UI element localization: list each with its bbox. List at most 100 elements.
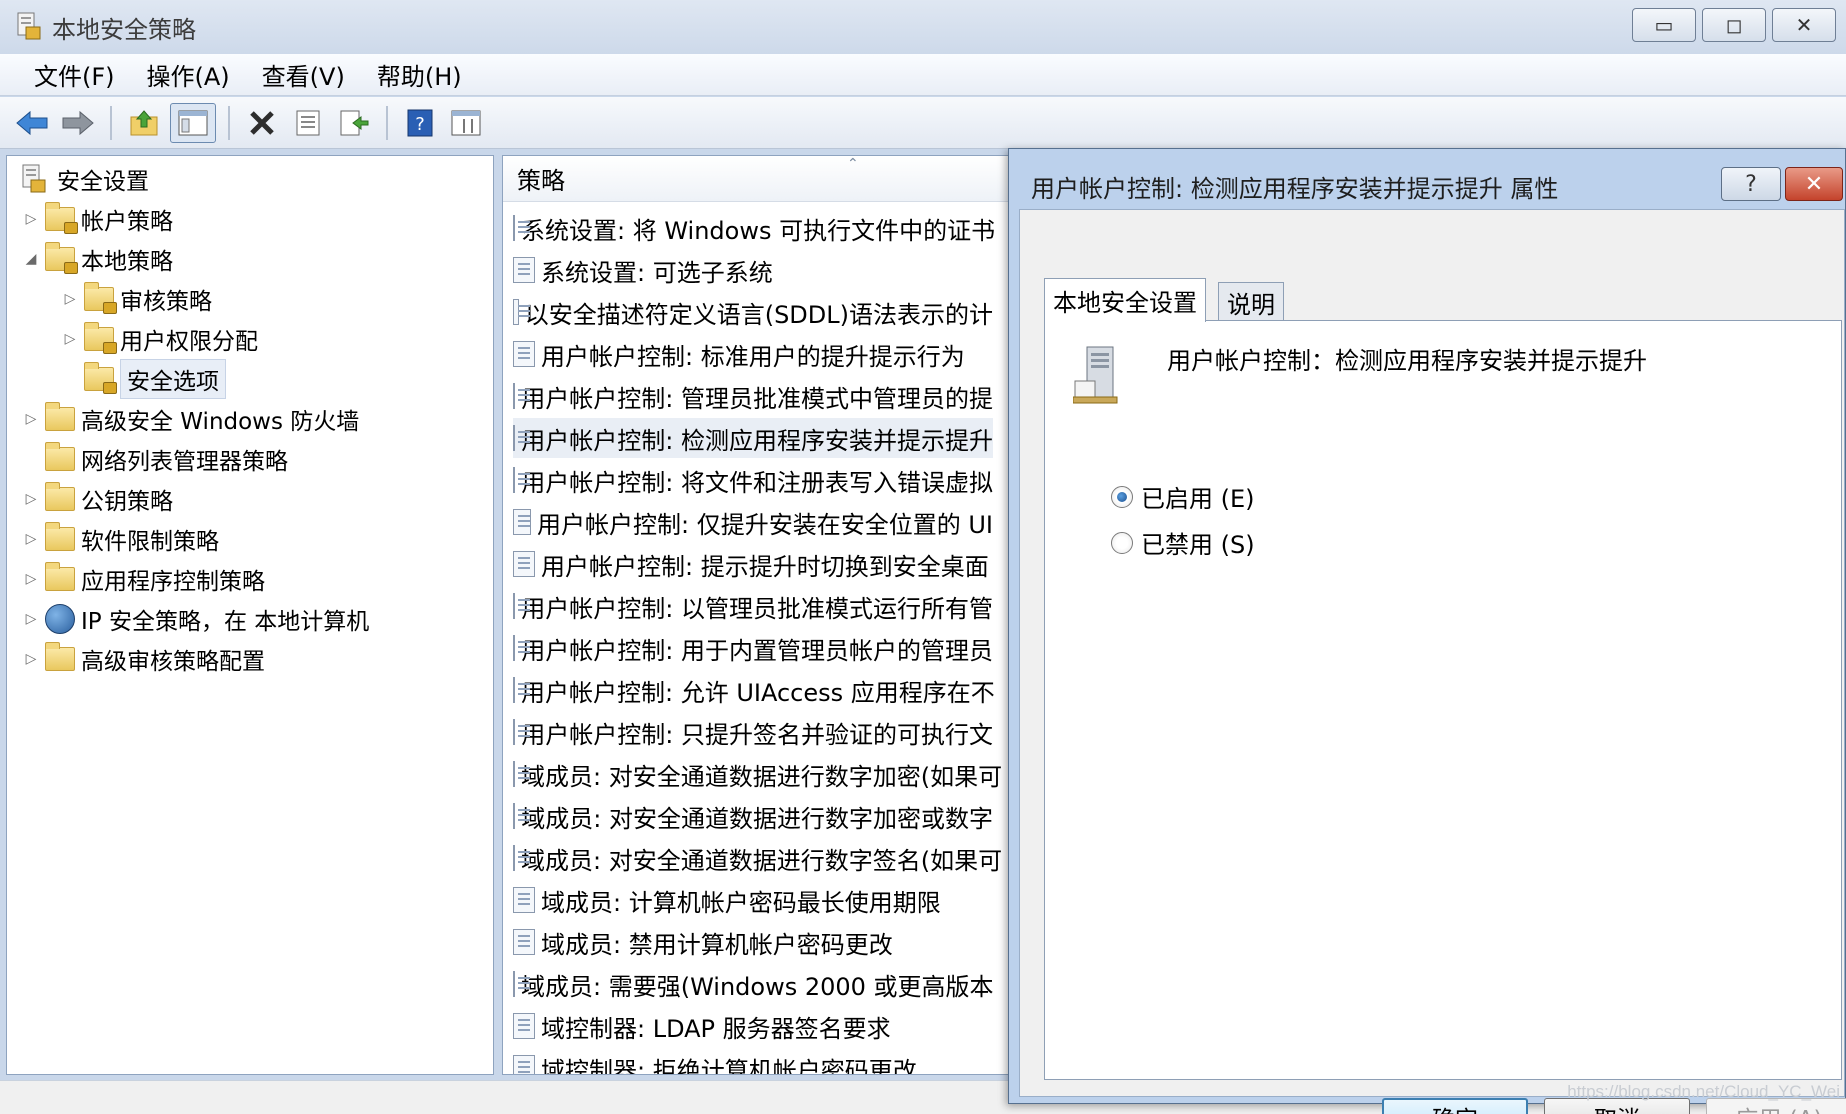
menu-view[interactable]: 查看(V) (248, 53, 359, 96)
folder-icon (45, 482, 75, 511)
policy-row[interactable]: 用户帐户控制: 将文件和注册表写入错误虚拟 (513, 460, 993, 500)
expand-arrow-icon[interactable]: ▷ (21, 651, 41, 667)
tree-label: 安全设置 (57, 169, 149, 195)
up-folder-icon[interactable] (124, 103, 164, 143)
policy-row[interactable]: 系统设置: 可选子系统 (513, 250, 993, 290)
tree-item-ip-security[interactable]: ▷ IP 安全策略，在 本地计算机 (21, 600, 369, 638)
policy-row[interactable]: 域成员: 需要强(Windows 2000 或更高版本 (513, 964, 994, 1004)
policy-setting-icon (513, 551, 535, 577)
enabled-radio[interactable] (1111, 485, 1133, 508)
policy-row[interactable]: 以安全描述符定义语言(SDDL)语法表示的计 (513, 292, 993, 332)
policy-row[interactable]: 用户帐户控制: 只提升签名并验证的可执行文 (513, 712, 993, 752)
tree-label: 安全选项 (120, 359, 226, 399)
policy-row[interactable]: 用户帐户控制: 提示提升时切换到安全桌面 (513, 544, 993, 584)
policy-row[interactable]: 域控制器: 拒绝计算机帐户密码更改 (513, 1048, 993, 1075)
minimize-icon: ▭ (1654, 13, 1674, 37)
tree-item-software-restriction[interactable]: ▷ 软件限制策略 (21, 520, 219, 558)
security-settings-icon (19, 163, 49, 195)
policy-label: 以安全描述符定义语言(SDDL)语法表示的计 (524, 300, 993, 329)
collapse-arrow-icon[interactable]: ◢ (21, 251, 41, 267)
locked-folder-icon (45, 242, 78, 274)
tree-item-application-control[interactable]: ▷ 应用程序控制策略 (21, 560, 265, 598)
policy-row[interactable]: 域成员: 对安全通道数据进行数字加密或数字 (513, 796, 993, 836)
menu-file[interactable]: 文件(F) (20, 53, 129, 96)
svg-text:?: ? (415, 114, 425, 135)
policy-row[interactable]: 用户帐户控制: 以管理员批准模式运行所有管 (513, 586, 993, 626)
dialog-help-button[interactable]: ? (1721, 167, 1781, 201)
expand-arrow-icon[interactable]: ▷ (21, 571, 41, 587)
policy-row[interactable]: 用户帐户控制: 仅提升安装在安全位置的 UI (513, 502, 993, 542)
policy-row[interactable]: 用户帐户控制: 允许 UIAccess 应用程序在不 (513, 670, 995, 710)
policy-row[interactable]: 域成员: 禁用计算机帐户密码更改 (513, 922, 993, 962)
expand-arrow-icon[interactable]: ▷ (21, 531, 41, 547)
policy-row[interactable]: 用户帐户控制: 用于内置管理员帐户的管理员 (513, 628, 993, 668)
properties-icon[interactable] (288, 103, 328, 143)
back-arrow-icon[interactable] (12, 103, 52, 143)
policy-row[interactable]: 域成员: 计算机帐户密码最长使用期限 (513, 880, 993, 920)
policy-label: 用户帐户控制: 只提升签名并验证的可执行文 (521, 720, 993, 749)
tree-item-advanced-audit[interactable]: ▷ 高级审核策略配置 (21, 640, 265, 678)
sort-ascending-icon: ⌃ (847, 156, 859, 172)
forward-arrow-icon[interactable] (58, 103, 98, 143)
policy-label: 域成员: 对安全通道数据进行数字加密或数字 (521, 804, 993, 833)
policy-row[interactable]: 域控制器: LDAP 服务器签名要求 (513, 1006, 993, 1046)
policy-label: 域控制器: 拒绝计算机帐户密码更改 (541, 1056, 917, 1075)
policy-row[interactable]: 域成员: 对安全通道数据进行数字签名(如果可 (513, 838, 1002, 878)
policy-setting-icon (513, 803, 533, 829)
menu-help[interactable]: 帮助(H) (363, 53, 476, 96)
policy-row[interactable]: 域成员: 对安全通道数据进行数字加密(如果可 (513, 754, 1002, 794)
policy-label: 用户帐户控制: 标准用户的提升提示行为 (541, 342, 965, 371)
folder-icon (45, 562, 75, 591)
columns-icon[interactable] (446, 103, 486, 143)
ip-security-icon (45, 604, 75, 634)
policy-row[interactable]: 用户帐户控制: 管理员批准模式中管理员的提 (513, 376, 993, 416)
help-icon[interactable]: ? (400, 103, 440, 143)
enabled-radio-option[interactable]: 已启用 (E) (1111, 479, 1255, 514)
tab-label: 本地安全设置 (1053, 289, 1197, 317)
tree-root-security-settings[interactable]: 安全设置 (19, 160, 149, 198)
locked-folder-icon (84, 322, 117, 354)
tree-item-network-list-manager[interactable]: 网络列表管理器策略 (21, 440, 288, 478)
tree-item-audit-policy[interactable]: ▷ 审核策略 (60, 280, 212, 318)
policy-label: 用户帐户控制: 仅提升安装在安全位置的 UI (537, 510, 993, 539)
dialog-close-button[interactable]: ✕ (1785, 167, 1843, 201)
expand-arrow-icon[interactable]: ▷ (21, 611, 41, 627)
policy-row[interactable]: 用户帐户控制: 标准用户的提升提示行为 (513, 334, 993, 374)
expand-arrow-icon[interactable]: ▷ (21, 411, 41, 427)
disabled-label: 已禁用 (S) (1141, 531, 1255, 559)
expand-arrow-icon[interactable]: ▷ (21, 491, 41, 507)
policy-row[interactable]: 系统设置: 将 Windows 可执行文件中的证书 (513, 208, 995, 248)
tree-label: 用户权限分配 (120, 329, 258, 355)
close-button[interactable]: ✕ (1772, 8, 1836, 42)
tree-label: 本地策略 (81, 249, 173, 275)
policy-setting-icon (513, 299, 530, 325)
export-list-icon[interactable] (334, 103, 374, 143)
ok-button[interactable]: 确定 (1382, 1098, 1528, 1114)
disabled-radio[interactable] (1111, 531, 1133, 554)
toolbar: ? (0, 97, 1846, 149)
delete-icon[interactable] (242, 103, 282, 143)
tree-item-security-options[interactable]: 安全选项 (60, 359, 226, 399)
show-hide-tree-icon[interactable] (170, 102, 216, 143)
expand-arrow-icon[interactable]: ▷ (60, 331, 80, 347)
maximize-button[interactable]: ◻ (1702, 8, 1766, 42)
tree-item-user-rights-assignment[interactable]: ▷ 用户权限分配 (60, 320, 258, 358)
disabled-radio-option[interactable]: 已禁用 (S) (1111, 525, 1255, 560)
tab-explain[interactable]: 说明 (1218, 282, 1284, 322)
enabled-label: 已启用 (E) (1141, 485, 1255, 513)
expand-arrow-icon[interactable]: ▷ (21, 211, 41, 227)
tree-item-local-policies[interactable]: ◢ 本地策略 (21, 240, 173, 278)
tree-item-windows-firewall[interactable]: ▷ 高级安全 Windows 防火墙 (21, 400, 359, 438)
dialog-body: 本地安全设置 说明 用户帐户控制：检测应用程序安装并提示提升 已启用 (E) 已… (1019, 209, 1846, 1114)
policy-row[interactable]: 用户帐户控制: 检测应用程序安装并提示提升 (513, 418, 993, 458)
expand-arrow-icon[interactable]: ▷ (60, 291, 80, 307)
policy-label: 用户帐户控制: 将文件和注册表写入错误虚拟 (521, 468, 993, 497)
tree-item-account-policies[interactable]: ▷ 帐户策略 (21, 200, 173, 238)
policy-setting-icon (513, 971, 530, 997)
menu-action[interactable]: 操作(A) (133, 53, 244, 96)
setting-name: 用户帐户控制：检测应用程序安装并提示提升 (1167, 347, 1647, 375)
minimize-button[interactable]: ▭ (1632, 8, 1696, 42)
close-icon: ✕ (1804, 171, 1824, 197)
tab-local-security-setting[interactable]: 本地安全设置 (1044, 278, 1206, 322)
tree-item-public-key-policies[interactable]: ▷ 公钥策略 (21, 480, 173, 518)
